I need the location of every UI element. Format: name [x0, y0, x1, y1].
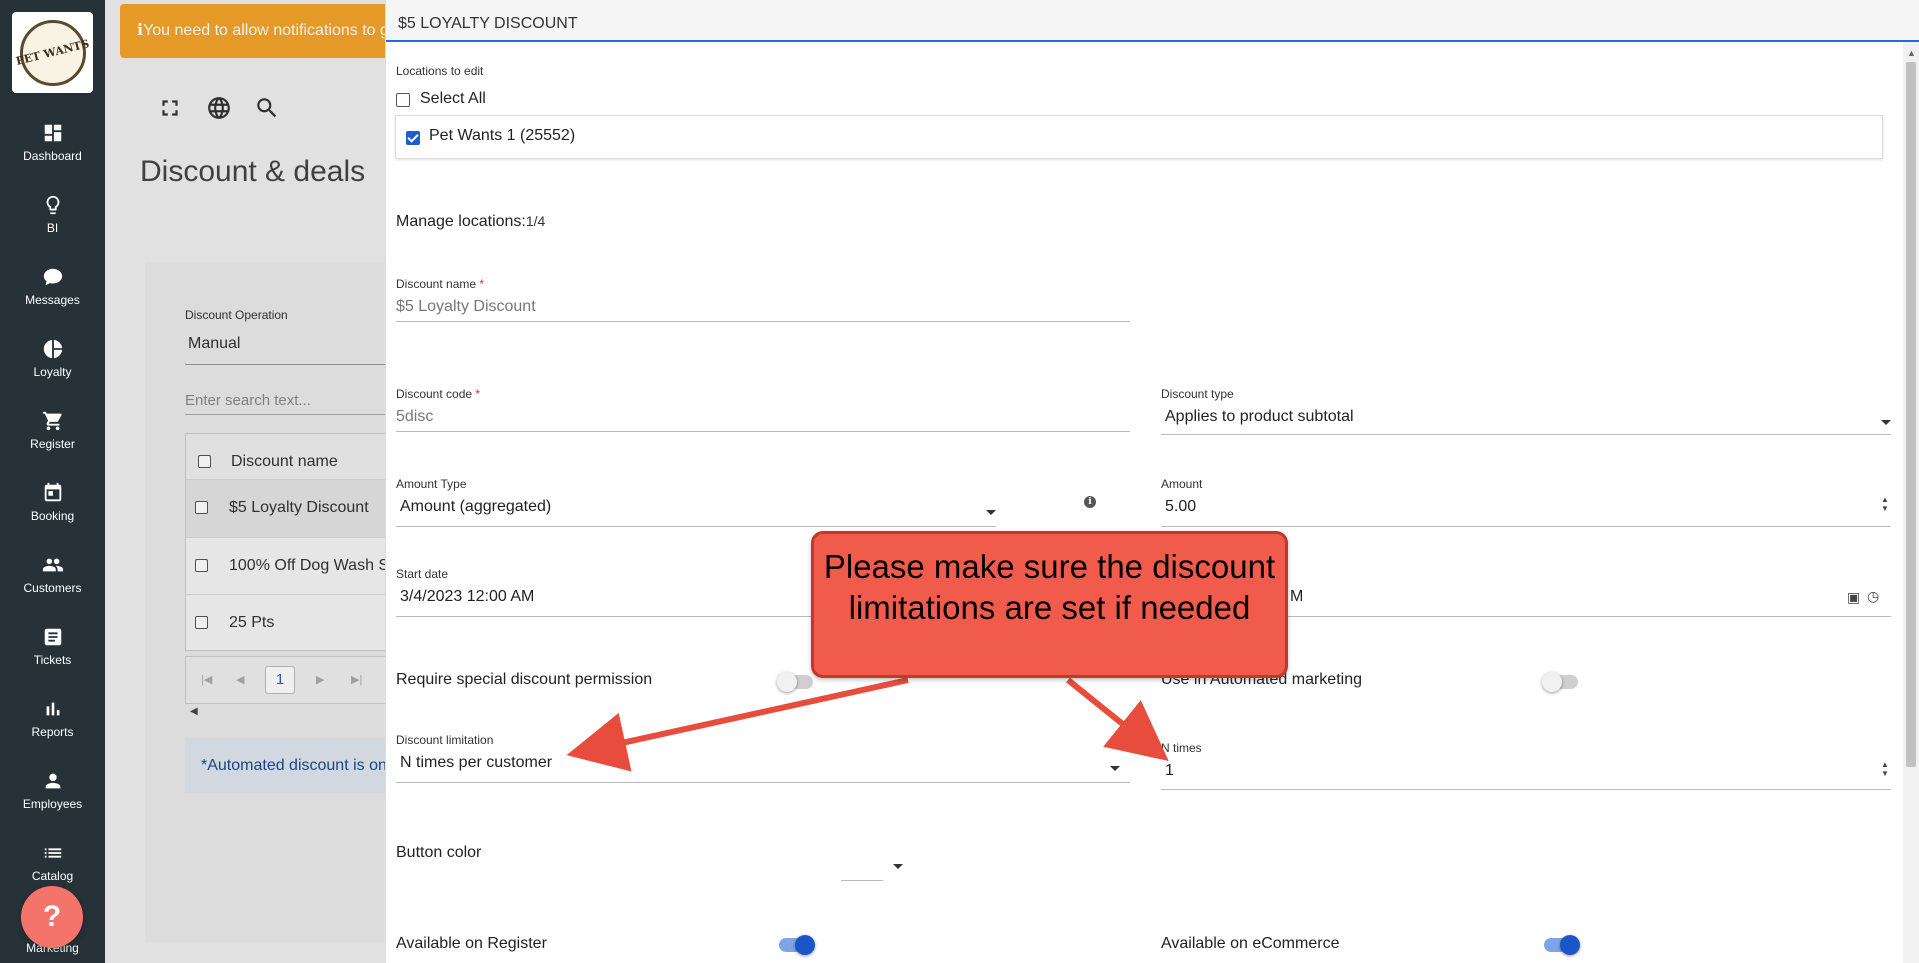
location-checkbox[interactable]: [406, 131, 420, 145]
special-permission-label: Require special discount permission: [396, 671, 653, 688]
panel-header: $5 LOYALTY DISCOUNT: [386, 0, 1919, 42]
color-swatch[interactable]: [841, 880, 883, 881]
scrollbar[interactable]: ▲: [1903, 42, 1919, 963]
amount-label: Amount: [1161, 477, 1203, 491]
ticket-icon: [44, 628, 61, 646]
discount-name-label: Discount name *: [396, 277, 485, 291]
sidebar-item-customers[interactable]: Customers: [0, 554, 105, 614]
sidebar-item-label: BI: [46, 221, 59, 235]
sidebar-item-reports[interactable]: Reports: [0, 698, 105, 758]
chat-icon: [43, 268, 62, 286]
select-all-label: Select All: [420, 90, 486, 107]
available-ecommerce-label: Available on eCommerce: [1161, 935, 1340, 952]
scroll-thumb[interactable]: [1906, 62, 1916, 767]
info-icon[interactable]: i: [1084, 496, 1096, 508]
scroll-up-icon[interactable]: ▲: [1907, 48, 1916, 58]
annotation-callout: Please make sure the discount limitation…: [811, 531, 1288, 678]
discount-limitation-label: Discount limitation: [396, 733, 494, 747]
sidebar-item-label: Register: [30, 437, 75, 451]
sidebar-item-label: Dashboard: [23, 149, 82, 163]
sidebar-item-label: Employees: [22, 797, 83, 811]
special-permission-toggle[interactable]: [777, 672, 813, 692]
amount-type-label: Amount Type: [396, 477, 467, 491]
locations-label: Locations to edit: [396, 64, 484, 78]
logo-text: PET WANTS: [14, 37, 91, 68]
sidebar-item-label: Loyalty: [33, 365, 72, 379]
dashboard-icon: [44, 124, 61, 142]
discount-code-input[interactable]: 5disc: [396, 408, 433, 426]
sidebar-item-messages[interactable]: Messages: [0, 266, 105, 326]
chevron-down-icon[interactable]: [1881, 420, 1891, 425]
stepper-icon[interactable]: ▲ ▼: [1881, 495, 1889, 513]
button-color-label: Button color: [396, 844, 482, 861]
sidebar-item-loyalty[interactable]: Loyalty: [0, 338, 105, 398]
calendar-icon: [44, 482, 61, 502]
calendar-icon[interactable]: ▣: [1847, 589, 1860, 606]
sidebar-item-label: Reports: [31, 725, 74, 739]
input-underline: [1161, 789, 1891, 790]
sidebar-item-tickets[interactable]: Tickets: [0, 626, 105, 686]
start-date-label: Start date: [396, 567, 449, 581]
select-all-checkbox[interactable]: [396, 93, 410, 107]
location-list: Pet Wants 1 (25552): [395, 115, 1883, 159]
list-icon: [44, 848, 61, 858]
sidebar-item-bi[interactable]: BI: [0, 194, 105, 254]
n-times-label: N times: [1161, 741, 1202, 755]
manage-locations-label: Manage locations:: [396, 213, 526, 230]
bar-chart-icon: [46, 702, 59, 716]
sidebar-item-label: Catalog: [31, 869, 74, 883]
help-button[interactable]: ?: [21, 886, 83, 948]
discount-name-input[interactable]: $5 Loyalty Discount: [396, 298, 536, 316]
lightbulb-icon: [46, 195, 59, 215]
sidebar-item-register[interactable]: Register: [0, 410, 105, 470]
end-date-input[interactable]: M: [1290, 588, 1303, 606]
sidebar-item-dashboard[interactable]: Dashboard: [0, 122, 105, 182]
discount-limitation-select[interactable]: N times per customer: [400, 754, 552, 772]
available-register-toggle[interactable]: [779, 935, 815, 955]
logo-badge-icon: PET WANTS: [15, 19, 90, 86]
discount-code-label: Discount code *: [396, 387, 481, 401]
discount-type-label: Discount type: [1161, 387, 1234, 401]
manage-locations-count: 1/4: [525, 213, 546, 229]
manage-locations[interactable]: Manage locations:1/4: [396, 213, 545, 231]
chevron-down-icon[interactable]: [1110, 766, 1120, 771]
stepper-icon[interactable]: ▲ ▼: [1881, 760, 1889, 778]
n-times-input[interactable]: 1: [1165, 762, 1174, 780]
location-item-label: Pet Wants 1 (25552): [429, 127, 576, 144]
people-icon: [42, 558, 63, 572]
input-underline: [396, 431, 1130, 432]
input-underline: [1161, 434, 1891, 435]
sidebar-item-label: Customers: [23, 581, 82, 595]
discount-type-select[interactable]: Applies to product subtotal: [1165, 408, 1354, 426]
input-underline: [1161, 526, 1891, 527]
sidebar: PET WANTS Dashboard BI Messages Loyalty …: [0, 0, 105, 963]
modal-backdrop[interactable]: [105, 0, 390, 963]
available-register-label: Available on Register: [396, 935, 547, 952]
sidebar-item-label: Booking: [30, 509, 75, 523]
pie-icon: [43, 339, 62, 359]
edit-discount-panel: $5 LOYALTY DISCOUNT Locations to edit Se…: [385, 0, 1919, 963]
sidebar-item-label: Messages: [25, 293, 80, 307]
input-underline: [396, 321, 1130, 322]
amount-type-select[interactable]: Amount (aggregated): [400, 498, 551, 516]
chevron-down-icon[interactable]: [893, 864, 903, 869]
start-date-input[interactable]: 3/4/2023 12:00 AM: [400, 588, 534, 606]
panel-title: $5 LOYALTY DISCOUNT: [398, 15, 578, 32]
input-underline: [396, 526, 996, 527]
chevron-down-icon[interactable]: [986, 510, 996, 515]
sidebar-item-employees[interactable]: Employees: [0, 770, 105, 830]
sidebar-item-booking[interactable]: Booking: [0, 482, 105, 542]
person-icon: [45, 773, 60, 789]
amount-input[interactable]: 5.00: [1165, 498, 1196, 516]
automated-marketing-toggle[interactable]: [1542, 672, 1578, 692]
input-underline: [396, 782, 1130, 783]
available-ecommerce-toggle[interactable]: [1544, 935, 1580, 955]
sidebar-item-label: Tickets: [33, 653, 72, 667]
pet-wants-logo[interactable]: PET WANTS: [12, 12, 93, 93]
cart-icon: [42, 411, 62, 431]
clock-icon[interactable]: ◷: [1867, 588, 1879, 605]
